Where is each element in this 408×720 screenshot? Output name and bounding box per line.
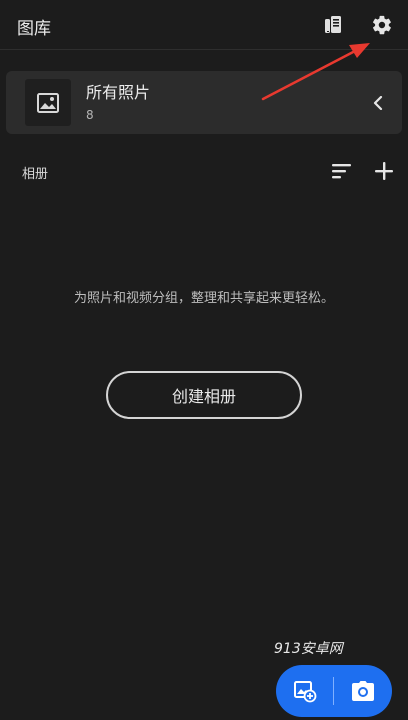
sort-icon[interactable] <box>331 160 353 182</box>
cloud-storage-icon[interactable] <box>320 12 346 38</box>
all-photos-card[interactable]: 所有照片 8 <box>6 71 402 134</box>
all-photos-count: 8 <box>86 108 94 122</box>
camera-icon[interactable] <box>334 665 392 717</box>
chevron-left-icon[interactable] <box>368 92 388 114</box>
create-album-button[interactable]: 创建相册 <box>106 371 302 419</box>
gear-icon[interactable] <box>369 12 395 38</box>
plus-icon[interactable] <box>373 160 395 182</box>
image-icon <box>25 79 71 126</box>
all-photos-title: 所有照片 <box>86 83 151 102</box>
app-header: 图库 <box>0 0 408 50</box>
watermark-text: 913安卓网 <box>274 641 343 657</box>
albums-section-label: 相册 <box>22 167 49 182</box>
empty-albums-message: 为照片和视频分组，整理和共享起来更轻松。 <box>73 291 334 306</box>
add-photo-icon[interactable] <box>276 665 334 717</box>
page-title: 图库 <box>17 19 51 39</box>
floating-action-bar <box>276 665 392 717</box>
